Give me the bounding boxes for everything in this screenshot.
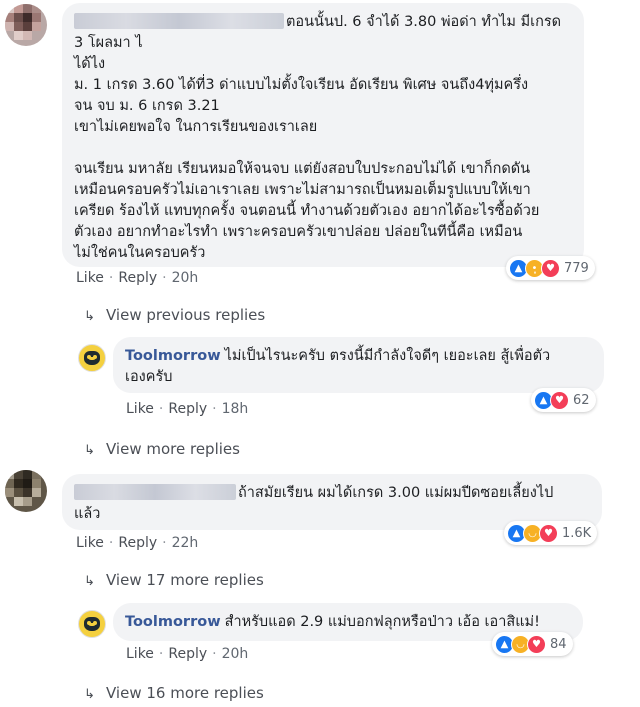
page-avatar[interactable] — [78, 344, 106, 372]
comment-text: ถ้าสมัยเรียน ผมได้เกรด 3.00 แม่ผมปีดซอยเ… — [74, 483, 590, 504]
author-name[interactable]: Toolmorrow — [125, 614, 221, 630]
like-link[interactable]: Like — [126, 646, 154, 662]
reaction-count: 779 — [564, 260, 589, 276]
comment-text: ได้ไง — [74, 56, 106, 72]
reply-link[interactable]: Reply — [118, 535, 157, 551]
toolmorrow-logo-icon — [84, 617, 100, 631]
author-name-blurred[interactable] — [74, 484, 236, 500]
reply-link[interactable]: Reply — [168, 401, 207, 417]
author-name[interactable]: Toolmorrow — [125, 348, 221, 364]
comment-text: ตัวเอง อยากทำอะไรทำ เพราะครอบครัวเขาปล่อ… — [74, 224, 523, 240]
timestamp[interactable]: 20h — [222, 646, 249, 662]
reaction-summary[interactable]: ▲ ♥ 62 — [531, 388, 596, 412]
timestamp[interactable]: 22h — [172, 535, 199, 551]
reply-actions: Like · Reply · 18h — [126, 401, 249, 417]
comment-text: จนเรียน มหาลัย เรียนหมอให้จนจบ แต่ยังสอบ… — [74, 161, 531, 177]
comment-text: ตอนนั้นป. 6 จำได้ 3.80 พ่อด่า ทำไม มีเกร… — [74, 12, 572, 33]
reply-arrow-icon: ↳ — [84, 443, 95, 458]
page-avatar[interactable] — [78, 610, 106, 638]
reaction-count: 62 — [573, 392, 590, 408]
reaction-summary[interactable]: ▲ ◡ ♥ 1.6K — [504, 521, 598, 545]
reply-link[interactable]: Reply — [118, 270, 157, 286]
view-16-more-replies-link[interactable]: ↳ View 16 more replies — [84, 684, 264, 702]
reply-arrow-icon: ↳ — [84, 309, 95, 324]
view-more-replies-link[interactable]: ↳ View more replies — [84, 440, 240, 458]
comment-actions: Like · Reply · 20h — [76, 270, 199, 286]
love-icon: ♥ — [550, 390, 569, 410]
comment-text: เครียด ร้องไห้ แทบทุกครั้ง จนตอนนี้ ทำงา… — [74, 203, 540, 219]
reaction-summary[interactable]: ▲ ◡ ♥ 84 — [492, 632, 573, 656]
view-previous-replies-link[interactable]: ↳ View previous replies — [84, 306, 265, 324]
reply-arrow-icon: ↳ — [84, 687, 95, 702]
view-17-more-replies-link[interactable]: ↳ View 17 more replies — [84, 571, 264, 589]
comment-text: ไม่ใช่คนในครอบครัว — [74, 245, 206, 261]
reply-text: เองครับ — [125, 369, 173, 385]
reply-link[interactable]: Reply — [168, 646, 207, 662]
love-icon: ♥ — [541, 258, 560, 278]
author-name-blurred[interactable] — [74, 13, 284, 29]
comment-text: เหมือนครอบครัวไม่เอาเราเลย เพราะไม่สามาร… — [74, 182, 531, 198]
reply-bubble: Toolmorrow ไม่เป็นไรนะครับ ตรงนี้มีกำลังใ… — [113, 337, 604, 393]
timestamp[interactable]: 20h — [172, 270, 199, 286]
like-link[interactable]: Like — [76, 270, 104, 286]
toolmorrow-logo-icon — [84, 351, 100, 365]
reply-text: Toolmorrow สำหรับแอด 2.9 แม่บอกฟลุกหรือป่… — [125, 614, 540, 630]
comment-text: เขาไม่เคยพอใจ ในการเรียนของเราเลย — [74, 119, 318, 135]
avatar[interactable] — [5, 470, 47, 512]
reply-text: Toolmorrow ไม่เป็นไรนะครับ ตรงนี้มีกำลังใ… — [125, 348, 551, 364]
love-icon: ♥ — [527, 634, 546, 654]
comment-actions: Like · Reply · 22h — [76, 535, 199, 551]
comment-text: 3 โผลมา ไ — [74, 35, 143, 51]
like-link[interactable]: Like — [76, 535, 104, 551]
love-icon: ♥ — [539, 523, 558, 543]
reply-arrow-icon: ↳ — [84, 574, 95, 589]
timestamp[interactable]: 18h — [222, 401, 249, 417]
avatar[interactable] — [5, 4, 47, 46]
like-link[interactable]: Like — [126, 401, 154, 417]
comment-text: ม. 1 เกรด 3.60 ได้ที่3 ด่าแบบไม่ตั้งใจเร… — [74, 77, 529, 93]
reaction-summary[interactable]: ▲ •̥ ♥ 779 — [506, 256, 595, 280]
reaction-count: 1.6K — [562, 525, 592, 541]
reply-actions: Like · Reply · 20h — [126, 646, 249, 662]
comment-bubble: ตอนนั้นป. 6 จำได้ 3.80 พ่อด่า ทำไม มีเกร… — [62, 3, 584, 267]
comment-text: จน จบ ม. 6 เกรด 3.21 — [74, 98, 220, 114]
reaction-count: 84 — [550, 636, 567, 652]
